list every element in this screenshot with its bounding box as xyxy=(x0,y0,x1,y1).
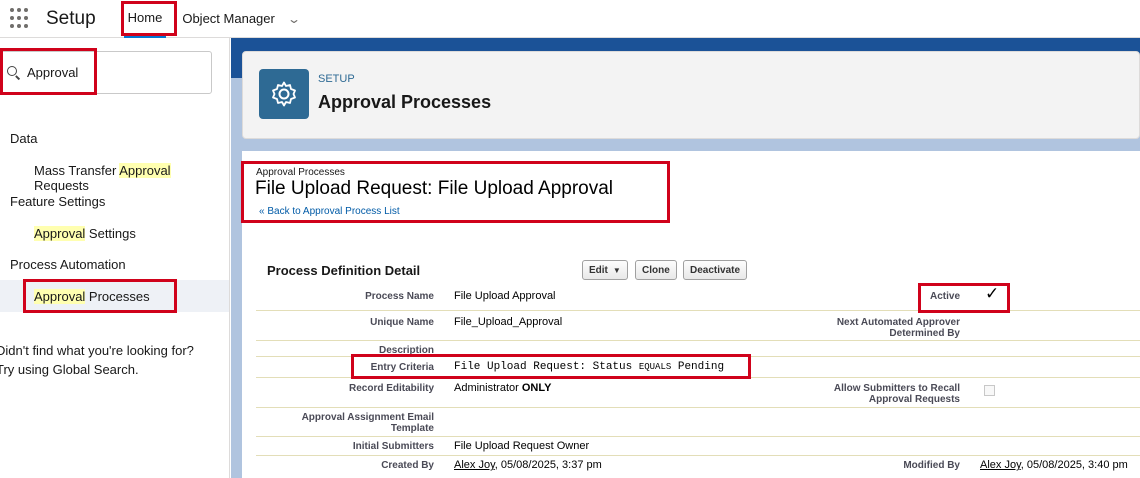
allow-recall-label-line1: Allow Submitters to Recall xyxy=(833,383,960,394)
modified-by-user-link[interactable]: Alex Joy xyxy=(980,459,1021,471)
app-launcher-icon[interactable] xyxy=(10,7,32,30)
initial-submitters-value: File Upload Request Owner xyxy=(454,440,590,452)
search-icon xyxy=(7,65,21,80)
tab-object-manager[interactable]: Object Manager ⌄ xyxy=(178,0,303,38)
setup-gear-icon xyxy=(259,69,309,119)
created-by-date: , 05/08/2025, 3:37 pm xyxy=(494,459,602,471)
caret-down-icon[interactable]: ▼ xyxy=(613,266,621,275)
record-editability-label: Record Editability xyxy=(348,383,434,394)
created-by-label: Created By xyxy=(381,460,434,471)
next-approver-label: Next Automated Approver Determined By xyxy=(802,317,960,339)
process-name-label: Process Name xyxy=(365,291,434,302)
active-label: Active xyxy=(929,291,960,302)
allow-recall-label-line2: Approval Requests xyxy=(868,394,960,405)
back-to-list-link[interactable]: « Back to Approval Process List xyxy=(259,206,400,217)
edit-button-label: Edit xyxy=(589,264,608,276)
tab-home[interactable]: Home xyxy=(123,0,167,38)
tree-item-mass-transfer-approval-requests[interactable]: Mass Transfer Approval Requests xyxy=(34,163,229,193)
app-name: Setup xyxy=(46,7,96,29)
unique-name-label: Unique Name xyxy=(370,317,434,328)
tab-object-manager-label: Object Manager xyxy=(182,11,275,26)
tree-item-label-post: Requests xyxy=(34,178,89,193)
section-title: Process Definition Detail xyxy=(267,263,421,278)
tree-item-label-post: Settings xyxy=(85,226,136,241)
quick-find-search xyxy=(0,51,212,94)
chevron-down-icon[interactable]: ⌄ xyxy=(287,12,301,26)
entry-criteria-label: Entry Criteria xyxy=(370,362,434,373)
header-eyebrow: SETUP xyxy=(318,73,355,85)
record-editability-strong: ONLY xyxy=(521,382,552,394)
created-by-value: Alex Joy, 05/08/2025, 3:37 pm xyxy=(454,459,602,471)
tree-item-approval-processes[interactable]: Approval Processes xyxy=(34,289,150,304)
search-highlight: Approval xyxy=(119,163,171,178)
modified-by-date: , 05/08/2025, 3:40 pm xyxy=(1020,459,1128,471)
page-title: Approval Processes xyxy=(318,92,492,112)
record-editability-text: Administrator xyxy=(454,382,522,394)
initial-submitters-label: Initial Submitters xyxy=(352,441,434,452)
created-by-user-link[interactable]: Alex Joy xyxy=(454,459,495,471)
email-template-label-line1: Approval Assignment Email xyxy=(301,412,434,423)
record-editability-value: Administrator ONLY xyxy=(454,382,551,394)
entry-criteria-value: File Upload Request: Status EQUALS Pendi… xyxy=(454,361,724,373)
allow-recall-checkbox xyxy=(984,385,995,396)
next-approver-label-line1: Next Automated Approver xyxy=(836,317,960,328)
deactivate-button[interactable]: Deactivate xyxy=(683,260,748,280)
row-divider xyxy=(256,377,1140,378)
tree-item-label-pre: Mass Transfer xyxy=(34,163,120,178)
entry-criteria-text: File Upload Request: Status xyxy=(454,361,639,373)
page-header: SETUP Approval Processes xyxy=(242,51,1140,139)
active-checkmark-icon: ✓ xyxy=(985,284,1000,303)
quick-find-input[interactable] xyxy=(27,65,187,80)
entry-criteria-operator: EQUALS xyxy=(638,362,672,372)
email-template-label: Approval Assignment Email Template xyxy=(282,412,434,434)
edit-button[interactable]: Edit ▼ xyxy=(582,260,628,280)
allow-recall-label: Allow Submitters to Recall Approval Requ… xyxy=(802,383,960,405)
row-divider xyxy=(256,310,1140,311)
modified-by-label: Modified By xyxy=(903,460,960,471)
description-label: Description xyxy=(378,345,434,356)
entry-criteria-value-text: Pending xyxy=(671,361,725,373)
tree-group-data[interactable]: Data xyxy=(10,131,37,146)
no-results-help: Didn't find what you're looking for? Try… xyxy=(0,341,194,379)
row-divider xyxy=(256,340,1140,341)
row-divider xyxy=(256,436,1140,437)
next-approver-label-line2: Determined By xyxy=(889,328,960,339)
main-content-area: SETUP Approval Processes Approval Proces… xyxy=(231,38,1140,478)
setup-sidebar: Data Mass Transfer Approval Requests Fea… xyxy=(0,38,230,478)
breadcrumb: Approval Processes xyxy=(256,167,345,178)
search-highlight: Approval xyxy=(34,289,86,304)
row-divider xyxy=(256,356,1140,357)
modified-by-value: Alex Joy, 05/08/2025, 3:40 pm xyxy=(980,459,1128,471)
clone-button[interactable]: Clone xyxy=(635,260,677,280)
unique-name-value: File_Upload_Approval xyxy=(454,316,563,328)
top-navigation: Setup Home Object Manager ⌄ xyxy=(0,0,1140,38)
tree-item-approval-settings[interactable]: Approval Settings xyxy=(34,226,136,241)
row-divider xyxy=(256,407,1140,408)
process-name-value: File Upload Approval xyxy=(454,290,556,302)
tree-group-feature-settings[interactable]: Feature Settings xyxy=(10,194,105,209)
search-highlight: Approval xyxy=(34,226,86,241)
help-line-2: Try using Global Search. xyxy=(0,362,139,377)
approval-process-detail: Approval Processes File Upload Request: … xyxy=(242,151,1140,478)
row-divider xyxy=(256,455,1140,456)
tree-item-label-post: Processes xyxy=(85,289,150,304)
help-line-1: Didn't find what you're looking for? xyxy=(0,343,194,358)
email-template-label-line2: Template xyxy=(390,423,434,434)
record-title: File Upload Request: File Upload Approva… xyxy=(255,178,614,199)
tree-group-process-automation[interactable]: Process Automation xyxy=(10,257,126,272)
